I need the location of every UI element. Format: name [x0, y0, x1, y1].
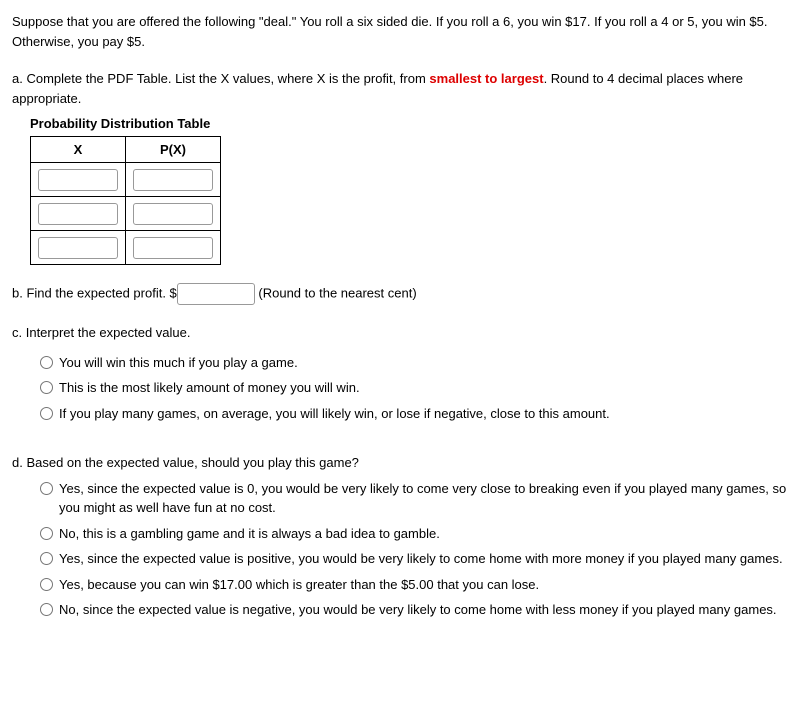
radio-c-2-label[interactable]: This is the most likely amount of money … — [59, 378, 789, 398]
table-row — [31, 231, 221, 265]
part-d: d. Based on the expected value, should y… — [12, 453, 789, 620]
part-c-label: c. Interpret the expected value. — [12, 323, 789, 343]
radio-c-1-label[interactable]: You will win this much if you play a gam… — [59, 353, 789, 373]
x-input-3[interactable] — [38, 237, 118, 259]
header-px: P(X) — [126, 136, 221, 163]
pdf-table: X P(X) — [30, 136, 221, 266]
part-a-prefix: a. Complete the PDF Table. List the X va… — [12, 71, 429, 86]
radio-option: If you play many games, on average, you … — [40, 404, 789, 424]
problem-intro: Suppose that you are offered the followi… — [12, 12, 789, 51]
part-a-highlight: smallest to largest — [429, 71, 543, 86]
table-row — [31, 197, 221, 231]
radio-c-3[interactable] — [40, 407, 53, 420]
header-x: X — [31, 136, 126, 163]
radio-d-5-label[interactable]: No, since the expected value is negative… — [59, 600, 789, 620]
radio-d-3-label[interactable]: Yes, since the expected value is positiv… — [59, 549, 789, 569]
radio-option: This is the most likely amount of money … — [40, 378, 789, 398]
radio-d-4-label[interactable]: Yes, because you can win $17.00 which is… — [59, 575, 789, 595]
radio-option: No, this is a gambling game and it is al… — [40, 524, 789, 544]
radio-d-3[interactable] — [40, 552, 53, 565]
radio-option: You will win this much if you play a gam… — [40, 353, 789, 373]
px-input-1[interactable] — [133, 169, 213, 191]
radio-c-3-label[interactable]: If you play many games, on average, you … — [59, 404, 789, 424]
px-input-3[interactable] — [133, 237, 213, 259]
x-input-1[interactable] — [38, 169, 118, 191]
intro-text: Suppose that you are offered the followi… — [12, 14, 768, 49]
radio-d-5[interactable] — [40, 603, 53, 616]
expected-profit-input[interactable] — [177, 283, 255, 305]
px-input-2[interactable] — [133, 203, 213, 225]
table-row — [31, 163, 221, 197]
radio-option: Yes, since the expected value is 0, you … — [40, 479, 789, 518]
radio-option: Yes, because you can win $17.00 which is… — [40, 575, 789, 595]
x-input-2[interactable] — [38, 203, 118, 225]
part-b: b. Find the expected profit. $ (Round to… — [12, 283, 789, 305]
radio-option: Yes, since the expected value is positiv… — [40, 549, 789, 569]
radio-d-1-label[interactable]: Yes, since the expected value is 0, you … — [59, 479, 789, 518]
part-d-options: Yes, since the expected value is 0, you … — [40, 479, 789, 620]
table-title: Probability Distribution Table — [30, 114, 789, 134]
part-b-prefix: b. Find the expected profit. $ — [12, 285, 177, 300]
radio-d-2-label[interactable]: No, this is a gambling game and it is al… — [59, 524, 789, 544]
radio-c-2[interactable] — [40, 381, 53, 394]
radio-d-2[interactable] — [40, 527, 53, 540]
radio-d-4[interactable] — [40, 578, 53, 591]
radio-c-1[interactable] — [40, 356, 53, 369]
radio-option: No, since the expected value is negative… — [40, 600, 789, 620]
radio-d-1[interactable] — [40, 482, 53, 495]
part-c: c. Interpret the expected value. You wil… — [12, 323, 789, 423]
part-b-suffix: (Round to the nearest cent) — [255, 285, 417, 300]
part-d-label: d. Based on the expected value, should y… — [12, 453, 789, 473]
part-c-options: You will win this much if you play a gam… — [40, 353, 789, 424]
part-a: a. Complete the PDF Table. List the X va… — [12, 69, 789, 265]
